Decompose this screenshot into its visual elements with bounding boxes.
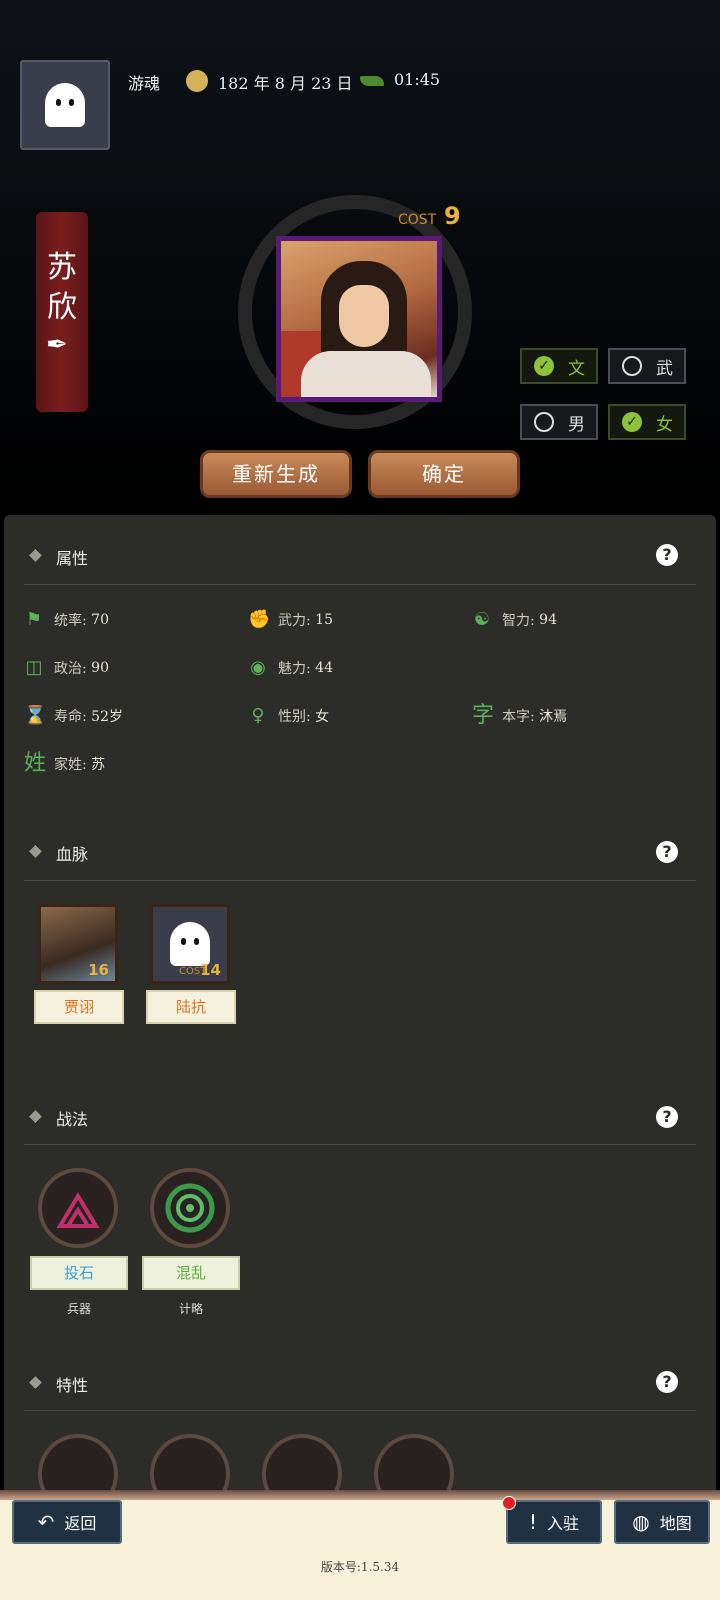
game-time: 01:45 [394, 70, 441, 89]
filter-male[interactable]: 男 [520, 404, 598, 440]
style-name-icon: 字 [472, 703, 495, 728]
back-label: 返回 [64, 1514, 97, 1533]
player-name: 游魂 [128, 74, 161, 93]
battery-icon [360, 76, 384, 86]
divider [24, 1144, 696, 1145]
flag-icon: ⚑ [25, 609, 43, 630]
bag-icon: ◫ [25, 657, 43, 678]
version-text: 版本号:1.5.34 [320, 1560, 400, 1574]
tactic-category: 兵器 [66, 1302, 91, 1316]
section-title-tactics: 战法 [56, 1110, 89, 1129]
cost-value: 9 [444, 202, 461, 230]
ghost-icon [45, 83, 85, 127]
arm-icon: ✊ [248, 609, 271, 630]
help-icon[interactable]: ? [656, 841, 678, 863]
attr-surname: 姓家姓: 苏 [24, 751, 106, 776]
divider [24, 1410, 696, 1411]
brain-icon: ☯ [473, 609, 491, 630]
section-title-attributes: 属性 [56, 549, 89, 568]
join-label: 入驻 [547, 1514, 580, 1533]
map-button[interactable]: ◍ 地图 [614, 1500, 710, 1544]
help-icon[interactable]: ? [656, 1371, 678, 1393]
filter-female-label: 女 [656, 414, 673, 435]
back-arrow-icon: ↶ [37, 1510, 55, 1534]
attr-gender: ♀ 性别: 女 [248, 706, 329, 726]
attr-style-name: 字本字: 沐焉 [472, 703, 568, 728]
section-title-bloodline: 血脉 [56, 845, 89, 864]
footer-border [0, 1490, 720, 1500]
attr-charm: ◉ 魅力: 44 [248, 658, 333, 678]
filter-wen-label: 文 [568, 358, 585, 379]
swirl-icon[interactable] [150, 1168, 230, 1248]
notification-dot [502, 1496, 516, 1510]
filter-male-label: 男 [568, 414, 585, 435]
map-label: 地图 [659, 1514, 692, 1533]
filter-wen[interactable]: ✓ 文 [520, 348, 598, 384]
globe-icon: ◍ [632, 1510, 650, 1534]
check-icon: ✓ [622, 412, 642, 432]
filter-wu-label: 武 [656, 358, 673, 379]
feather-icon: ✒ [46, 330, 68, 360]
help-icon[interactable]: ? [656, 1106, 678, 1128]
eye-icon: ◉ [250, 657, 266, 678]
game-date: 182 年 8 月 23 日 [218, 74, 353, 93]
attr-intelligence: ☯ 智力: 94 [473, 609, 557, 630]
surname-icon: 姓 [24, 751, 47, 776]
card-cost: 16 [88, 961, 109, 979]
hourglass-icon: ⌛ [24, 705, 47, 726]
attr-leadership: ⚑ 统率: 70 [25, 609, 109, 630]
cost-label: COST [398, 212, 437, 228]
bloodline-name-jiaxu[interactable]: 贾诩 [34, 990, 124, 1024]
join-button[interactable]: ! 入驻 [506, 1500, 602, 1544]
help-icon[interactable]: ? [656, 544, 678, 566]
tactic-category: 计略 [178, 1302, 203, 1316]
radio-empty-icon [622, 356, 642, 376]
section-title-traits: 特性 [56, 1376, 89, 1395]
confirm-button[interactable]: 确定 [368, 450, 520, 498]
player-avatar[interactable] [20, 60, 110, 150]
character-name: 苏欣 [47, 250, 77, 325]
card-cost: 14 [200, 961, 221, 979]
tactic-name-confusion[interactable]: 混乱 [142, 1256, 240, 1290]
filter-wu[interactable]: 武 [608, 348, 686, 384]
bloodline-card-jiaxu[interactable]: 16 [38, 904, 118, 984]
attr-lifespan: ⌛ 寿命: 52岁 [24, 705, 123, 726]
bloodline-card-lukang[interactable]: COST 14 [150, 904, 230, 984]
catapult-icon[interactable] [38, 1168, 118, 1248]
radio-empty-icon [534, 412, 554, 432]
attr-force: ✊ 武力: 15 [248, 609, 333, 630]
gender-icon: ♀ [251, 705, 265, 726]
alert-icon: ! [528, 1510, 537, 1534]
check-icon: ✓ [534, 356, 554, 376]
character-portrait [276, 236, 442, 402]
filter-female[interactable]: ✓ 女 [608, 404, 686, 440]
divider [24, 584, 696, 585]
calendar-icon [186, 70, 208, 92]
tactic-name-catapult[interactable]: 投石 [30, 1256, 128, 1290]
regenerate-button[interactable]: 重新生成 [200, 450, 352, 498]
attr-politics: ◫ 政治: 90 [25, 657, 109, 678]
back-button[interactable]: ↶ 返回 [12, 1500, 122, 1544]
ghost-icon [170, 922, 210, 966]
divider [24, 880, 696, 881]
bloodline-name-lukang[interactable]: 陆抗 [146, 990, 236, 1024]
